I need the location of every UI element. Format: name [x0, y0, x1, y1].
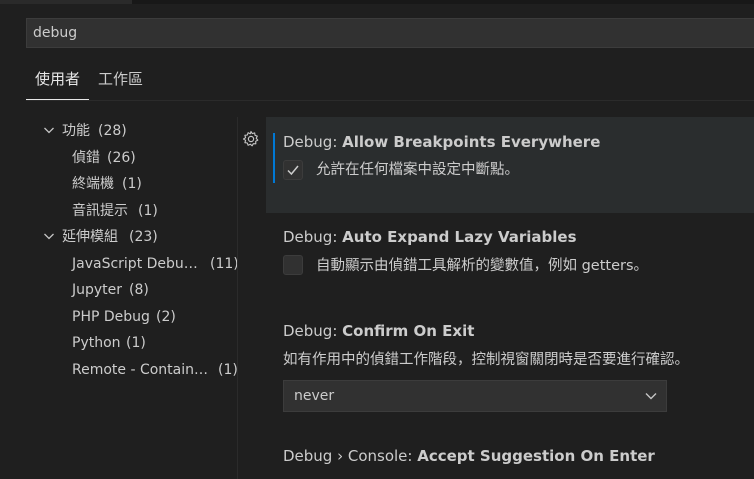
setting-name: Auto Expand Lazy Variables [342, 228, 577, 246]
toc-item-terminal[interactable]: 終端機 (1) [36, 171, 236, 198]
setting-auto-expand-lazy-variables: Debug: Auto Expand Lazy Variables 自動顯示由偵… [266, 213, 754, 307]
setting-category: Debug: [283, 133, 343, 151]
toc-label: 偵錯 [72, 149, 100, 166]
toc-count: (28) [98, 123, 127, 139]
toc-count: (8) [129, 282, 149, 298]
settings-toc: 功能 (28) 偵錯 (26) 終端機 (1) 音訊提示 (1) 延伸模組 (2… [36, 118, 239, 384]
settings-search-input[interactable] [33, 25, 754, 41]
setting-checkbox[interactable] [283, 160, 303, 180]
tab-user[interactable]: 使用者 [26, 62, 90, 100]
toc-label: Python [72, 335, 121, 351]
setting-description: 如有作用中的偵錯工作階段，控制視窗關閉時是否要進行確認。 [283, 352, 689, 368]
toc-item-python[interactable]: Python (1) [36, 330, 236, 357]
confirm-on-exit-select[interactable]: never [283, 380, 667, 412]
toc-item-audio-cues[interactable]: 音訊提示 (1) [36, 198, 236, 225]
toc-label: Jupyter [72, 282, 123, 298]
setting-name: Confirm On Exit [342, 322, 475, 340]
setting-allow-breakpoints-everywhere: Debug: Allow Breakpoints Everywhere 允許在任… [242, 117, 754, 213]
settings-list: Debug: Allow Breakpoints Everywhere 允許在任… [242, 117, 754, 479]
toc-label: JavaScript Debu… [72, 255, 198, 272]
toc-item-php-debug[interactable]: PHP Debug (2) [36, 304, 236, 331]
toc-count: (11) [210, 255, 239, 272]
setting-name: Allow Breakpoints Everywhere [342, 133, 601, 151]
scope-tabs: 使用者 工作區 [26, 62, 152, 100]
editor-tab[interactable] [0, 0, 132, 4]
setting-confirm-on-exit: Debug: Confirm On Exit 如有作用中的偵錯工作階段，控制視窗… [266, 307, 754, 437]
toc-item-extensions[interactable]: 延伸模組 (23) [36, 224, 236, 251]
toc-label: 音訊提示 [72, 202, 128, 219]
toc-label: Remote - Contain… [72, 361, 209, 378]
toc-count: (1) [138, 202, 158, 219]
setting-description: 自動顯示由偵錯工具解析的變數值，例如 getters。 [316, 258, 649, 274]
gear-icon[interactable] [242, 130, 260, 148]
editor-tab-strip [0, 0, 754, 4]
toc-label: 功能 [62, 123, 90, 139]
select-value: never [294, 388, 335, 404]
setting-title: Debug: Auto Expand Lazy Variables [283, 228, 577, 246]
checkmark-icon [287, 165, 299, 176]
tabs-divider [26, 100, 754, 101]
toc-label: 終端機 [72, 176, 114, 192]
toc-item-jupyter[interactable]: Jupyter (8) [36, 277, 236, 304]
toc-count: (1) [122, 176, 142, 192]
toc-label: 延伸模組 [62, 229, 118, 245]
focus-indicator [273, 133, 275, 183]
toc-divider [237, 117, 238, 479]
toc-count: (2) [156, 308, 176, 325]
chevron-down-icon [644, 389, 658, 407]
toc-item-features[interactable]: 功能 (28) [36, 118, 236, 145]
setting-category: Debug › Console: [283, 447, 418, 465]
setting-console-accept-suggestion-on-enter: Debug › Console: Accept Suggestion On En… [266, 437, 754, 479]
setting-category: Debug: [283, 228, 343, 246]
toc-count: (1) [126, 335, 146, 351]
setting-title: Debug › Console: Accept Suggestion On En… [283, 447, 655, 465]
setting-name: Accept Suggestion On Enter [417, 447, 655, 465]
setting-description: 允許在任何檔案中設定中斷點。 [316, 162, 519, 178]
setting-category: Debug: [283, 322, 343, 340]
toc-count: (1) [218, 361, 238, 378]
tab-workspace[interactable]: 工作區 [89, 62, 152, 100]
toc-item-remote-containers[interactable]: Remote - Contain… (1) [36, 357, 238, 384]
setting-checkbox[interactable] [283, 255, 303, 275]
setting-title: Debug: Allow Breakpoints Everywhere [283, 133, 600, 151]
toc-count: (26) [107, 149, 136, 166]
toc-item-debug[interactable]: 偵錯 (26) [36, 145, 236, 172]
toc-item-javascript-debugger[interactable]: JavaScript Debu… (11) [36, 251, 239, 278]
toc-count: (23) [129, 229, 158, 245]
settings-search-box[interactable] [26, 18, 754, 48]
setting-title: Debug: Confirm On Exit [283, 322, 474, 340]
settings-editor: 使用者 工作區 功能 (28) 偵錯 (26) 終端機 (1) 音訊提示 (1) [0, 0, 754, 479]
toc-label: PHP Debug [72, 308, 150, 325]
